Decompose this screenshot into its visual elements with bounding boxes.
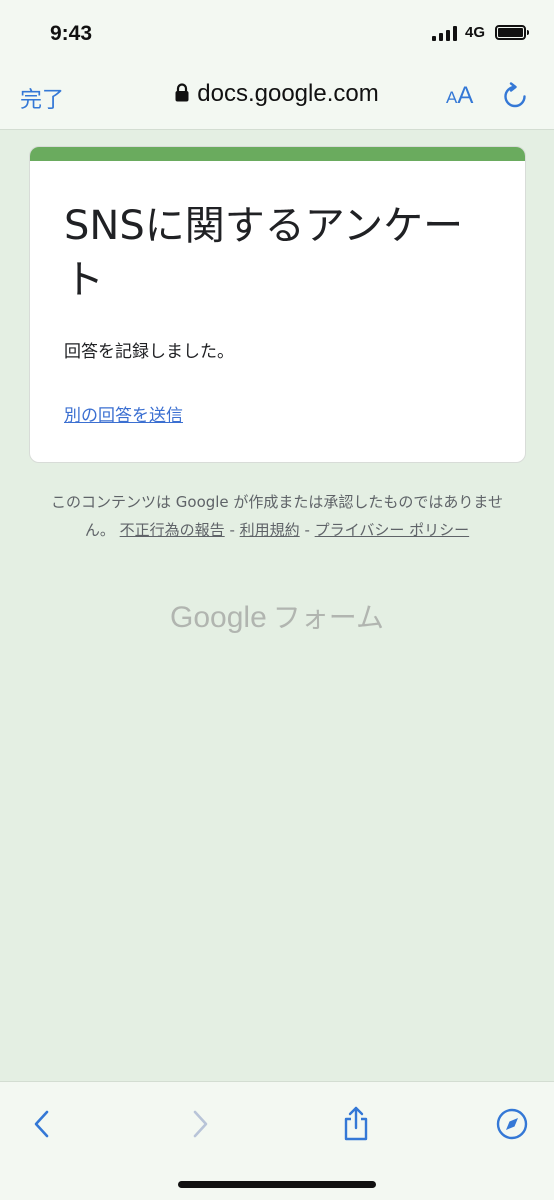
confirmation-message: 回答を記録しました。 — [64, 342, 234, 362]
status-bar: 9:43 4G — [0, 0, 554, 68]
submit-another-response-link[interactable]: 別の回答を送信 — [64, 401, 183, 426]
google-forms-logo[interactable]: Google フォーム — [0, 596, 554, 636]
brand-forms-text: フォーム — [272, 601, 384, 634]
separator: - — [229, 521, 235, 539]
brand-google-text: Google — [170, 601, 267, 634]
url-text: docs.google.com — [197, 80, 379, 107]
reload-icon[interactable] — [502, 82, 528, 114]
status-time: 9:43 — [50, 22, 93, 45]
signal-icon — [431, 25, 457, 41]
text-size-small-label: A — [446, 88, 458, 107]
compass-icon[interactable] — [492, 1104, 532, 1144]
browser-address-bar: 完了 docs.google.com AA — [0, 68, 554, 130]
share-icon[interactable] — [336, 1104, 376, 1144]
terms-link[interactable]: 利用規約 — [240, 521, 300, 539]
report-abuse-link[interactable]: 不正行為の報告 — [120, 521, 225, 539]
text-size-large-label: A — [457, 82, 474, 109]
footer-disclaimer: このコンテンツは Google が作成または承認したものではありません。 不正行… — [50, 488, 504, 544]
form-title: SNSに関するアンケート — [64, 203, 464, 303]
status-indicators: 4G — [431, 24, 529, 41]
form-response-card: SNSに関するアンケート 回答を記録しました。 別の回答を送信 — [29, 146, 526, 463]
privacy-policy-link[interactable]: プライバシー ポリシー — [315, 521, 469, 539]
card-accent-bar — [30, 147, 525, 161]
battery-icon — [495, 25, 529, 40]
separator: - — [304, 521, 310, 539]
forward-icon[interactable] — [180, 1104, 220, 1144]
home-indicator[interactable] — [178, 1181, 376, 1188]
network-type: 4G — [464, 24, 485, 41]
lock-icon — [175, 81, 189, 109]
text-size-button[interactable]: AA — [446, 82, 473, 110]
back-icon[interactable] — [22, 1104, 62, 1144]
